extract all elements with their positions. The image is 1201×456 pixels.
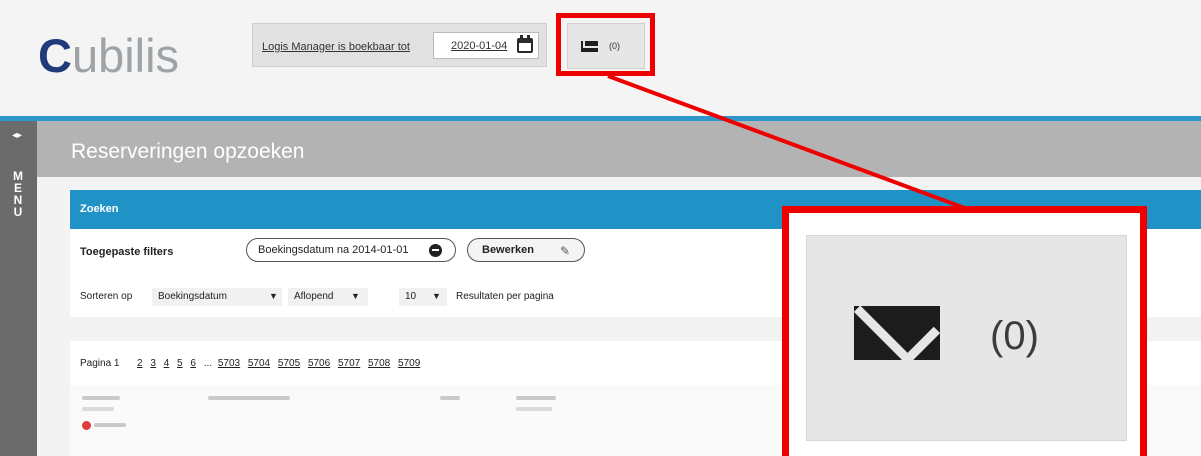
page: Cubilis Logis Manager is boekbaar tot 20…	[0, 0, 1201, 456]
zoom-callout: (0)	[782, 206, 1147, 456]
zoomed-messages-button: (0)	[806, 235, 1127, 441]
callout-line	[607, 74, 971, 212]
zoomed-messages-count: (0)	[990, 314, 1039, 358]
envelope-icon	[854, 306, 940, 360]
